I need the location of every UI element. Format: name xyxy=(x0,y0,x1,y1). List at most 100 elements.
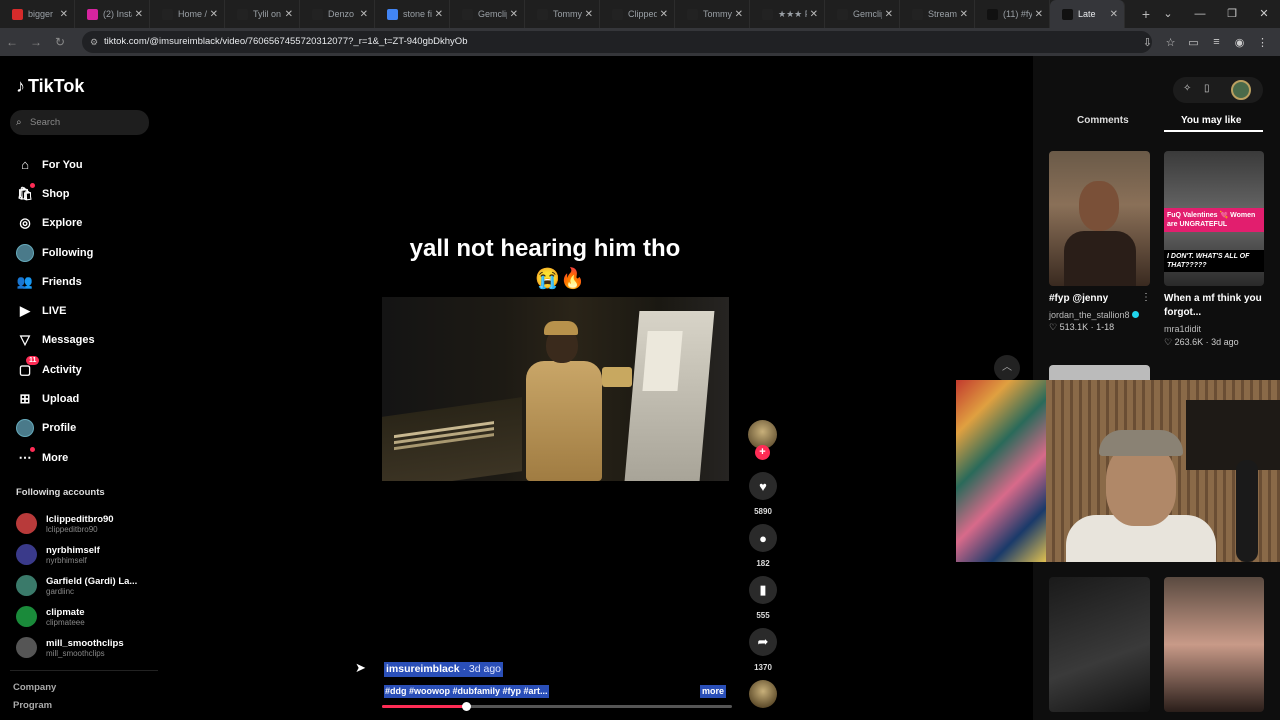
tab-close-icon[interactable]: ✕ xyxy=(1035,9,1043,20)
browser-tab[interactable]: Gemclip✕ xyxy=(450,0,525,28)
card-user-1[interactable]: jordan_the_stallion8 xyxy=(1049,310,1139,320)
browser-tab[interactable]: Denzo ✕ xyxy=(300,0,375,28)
nav-label: For You xyxy=(42,158,83,171)
nav-item-more[interactable]: ⋯ More xyxy=(16,443,95,472)
browser-tab[interactable]: Tylil on ✕ xyxy=(225,0,300,28)
author-name[interactable]: imsureimblack xyxy=(386,663,460,675)
nav-item-friends[interactable]: 👥 Friends xyxy=(16,267,95,296)
url-text: tiktok.com/@imsureimblack/video/76065674… xyxy=(104,36,468,47)
share-button[interactable]: ➦ xyxy=(749,628,777,656)
tab-close-icon[interactable]: ✕ xyxy=(1110,9,1118,20)
card-title-2[interactable]: When a mf think you forgot... xyxy=(1164,292,1264,320)
back-button[interactable]: ← xyxy=(0,35,24,49)
profile-icon[interactable]: ◉ xyxy=(1228,36,1251,49)
install-app-icon[interactable]: ⇩ xyxy=(1136,36,1159,49)
more-button[interactable]: more xyxy=(700,685,727,698)
browser-tab[interactable]: stone fi ✕ xyxy=(375,0,450,28)
tab-search-icon[interactable]: ⌄ xyxy=(1152,0,1184,28)
recommended-video-thumbnail-1[interactable] xyxy=(1049,151,1150,286)
forward-button[interactable]: → xyxy=(24,35,48,49)
nav-item-messages[interactable]: ▽ Messages xyxy=(16,326,95,355)
side-panel-icon[interactable]: ▭ xyxy=(1182,36,1205,49)
bookmark-star-icon[interactable]: ☆ xyxy=(1159,36,1182,49)
nav-item-live[interactable]: ▶ LIVE xyxy=(16,296,95,325)
following-account-item[interactable]: lclippeditbro90 lclippeditbro90 xyxy=(16,508,141,539)
activity-badge: 11 xyxy=(26,356,40,366)
footer-link-company[interactable]: Company xyxy=(13,682,56,693)
nav-item-for-you[interactable]: ⌂ For You xyxy=(16,150,95,179)
nav-item-profile[interactable]: Profile xyxy=(16,414,95,443)
browser-tab[interactable]: (2) Insta✕ xyxy=(75,0,150,28)
tiktok-logo[interactable]: ♪ TikTok xyxy=(16,76,84,97)
nav-item-activity[interactable]: ▢ 11 Activity xyxy=(16,355,95,384)
recommended-video-thumbnail-6[interactable] xyxy=(1164,577,1264,712)
url-bar[interactable]: ⚙ tiktok.com/@imsureimblack/video/760656… xyxy=(82,31,1152,53)
nav-item-following[interactable]: Following xyxy=(16,238,95,267)
following-account-item[interactable]: clipmate clipmateee xyxy=(16,601,141,632)
device-icon[interactable]: ▯ xyxy=(1204,83,1210,94)
reload-button[interactable]: ↻ xyxy=(48,35,72,49)
close-window-button[interactable]: ✕ xyxy=(1248,0,1280,28)
tab-close-icon[interactable]: ✕ xyxy=(360,9,368,20)
like-button[interactable]: ♥ xyxy=(749,472,777,500)
tab-close-icon[interactable]: ✕ xyxy=(60,9,68,20)
tab-close-icon[interactable]: ✕ xyxy=(210,9,218,20)
tab-title: Denzo xyxy=(328,9,355,19)
nav-item-upload[interactable]: ⊞ Upload xyxy=(16,384,95,413)
recommended-video-thumbnail-5[interactable] xyxy=(1049,577,1150,712)
restore-button[interactable]: ❐ xyxy=(1216,0,1248,28)
video-progress-bar[interactable] xyxy=(382,702,732,711)
browser-tab[interactable]: Clipped ✕ xyxy=(600,0,675,28)
user-avatar[interactable] xyxy=(1231,80,1251,100)
media-controls-icon[interactable]: ≡ xyxy=(1205,36,1228,48)
follow-plus-button[interactable]: + xyxy=(755,445,770,460)
tab-close-icon[interactable]: ✕ xyxy=(960,9,968,20)
menu-kebab-icon[interactable]: ⋮ xyxy=(1251,36,1274,49)
browser-tab[interactable]: Home / ✕ xyxy=(150,0,225,28)
progress-knob[interactable] xyxy=(462,702,471,711)
tab-close-icon[interactable]: ✕ xyxy=(135,9,143,20)
browser-tab[interactable]: Tommy ✕ xyxy=(525,0,600,28)
browser-tab[interactable]: bigger ✕ xyxy=(0,0,75,28)
video-author-line[interactable]: imsureimblack · 3d ago xyxy=(384,662,503,677)
site-info-icon[interactable]: ⚙ xyxy=(90,31,98,53)
tab-favicon-icon xyxy=(687,8,698,20)
tab-close-icon[interactable]: ✕ xyxy=(285,9,293,20)
browser-tab[interactable]: Late ✕ xyxy=(1050,0,1125,28)
following-account-item[interactable]: mill_smoothclips mill_smoothclips xyxy=(16,632,141,663)
following-account-item[interactable]: Garfield (Gardi) La... gardiinc xyxy=(16,570,141,601)
save-button[interactable]: ▮ xyxy=(749,576,777,604)
music-disc-icon[interactable] xyxy=(749,680,777,708)
tab-close-icon[interactable]: ✕ xyxy=(585,9,593,20)
tab-title: stone fi xyxy=(403,9,432,19)
tab-close-icon[interactable]: ✕ xyxy=(735,9,743,20)
browser-tab[interactable]: Tommy ✕ xyxy=(675,0,750,28)
browser-tab[interactable]: Stream ✕ xyxy=(900,0,975,28)
card-user-2[interactable]: mra1didit xyxy=(1164,324,1201,334)
tab-close-icon[interactable]: ✕ xyxy=(510,9,518,20)
video-player[interactable] xyxy=(382,297,729,481)
nav-item-explore[interactable]: ◎ Explore xyxy=(16,209,95,238)
tab-you-may-like[interactable]: You may like xyxy=(1181,115,1241,126)
comment-button[interactable]: ● xyxy=(749,524,777,552)
thumbnail-pink-banner: FuQ Valentines 💘 Women are UNGRATEFUL xyxy=(1164,208,1264,232)
browser-tab[interactable]: (11) #fy ✕ xyxy=(975,0,1050,28)
scroll-up-icon[interactable]: ︿ xyxy=(994,355,1020,381)
minimize-button[interactable]: — xyxy=(1184,0,1216,28)
card-options-icon[interactable]: ⋮ xyxy=(1141,292,1151,303)
card-title-1[interactable]: #fyp @jenny xyxy=(1049,292,1108,306)
footer-link-program[interactable]: Program xyxy=(13,700,52,711)
browser-tab[interactable]: ★★★ F✕ xyxy=(750,0,825,28)
tab-close-icon[interactable]: ✕ xyxy=(660,9,668,20)
video-hashtags[interactable]: #ddg #woowop #dubfamily #fyp #art... xyxy=(384,685,549,698)
browser-tab[interactable]: Gemclip✕ xyxy=(825,0,900,28)
card-stats-1: ♡ 513.1K · 1-18 xyxy=(1049,322,1115,332)
nav-item-shop[interactable]: 🛍 Shop xyxy=(16,179,95,208)
search-input[interactable]: ⌕ Search xyxy=(10,110,149,135)
tab-close-icon[interactable]: ✕ xyxy=(435,9,443,20)
compass-icon[interactable]: ✧ xyxy=(1183,83,1191,94)
following-account-item[interactable]: nyrbhimself nyrbhimself xyxy=(16,539,141,570)
tab-close-icon[interactable]: ✕ xyxy=(810,9,818,20)
tab-close-icon[interactable]: ✕ xyxy=(885,9,893,20)
tab-comments[interactable]: Comments xyxy=(1077,115,1129,126)
